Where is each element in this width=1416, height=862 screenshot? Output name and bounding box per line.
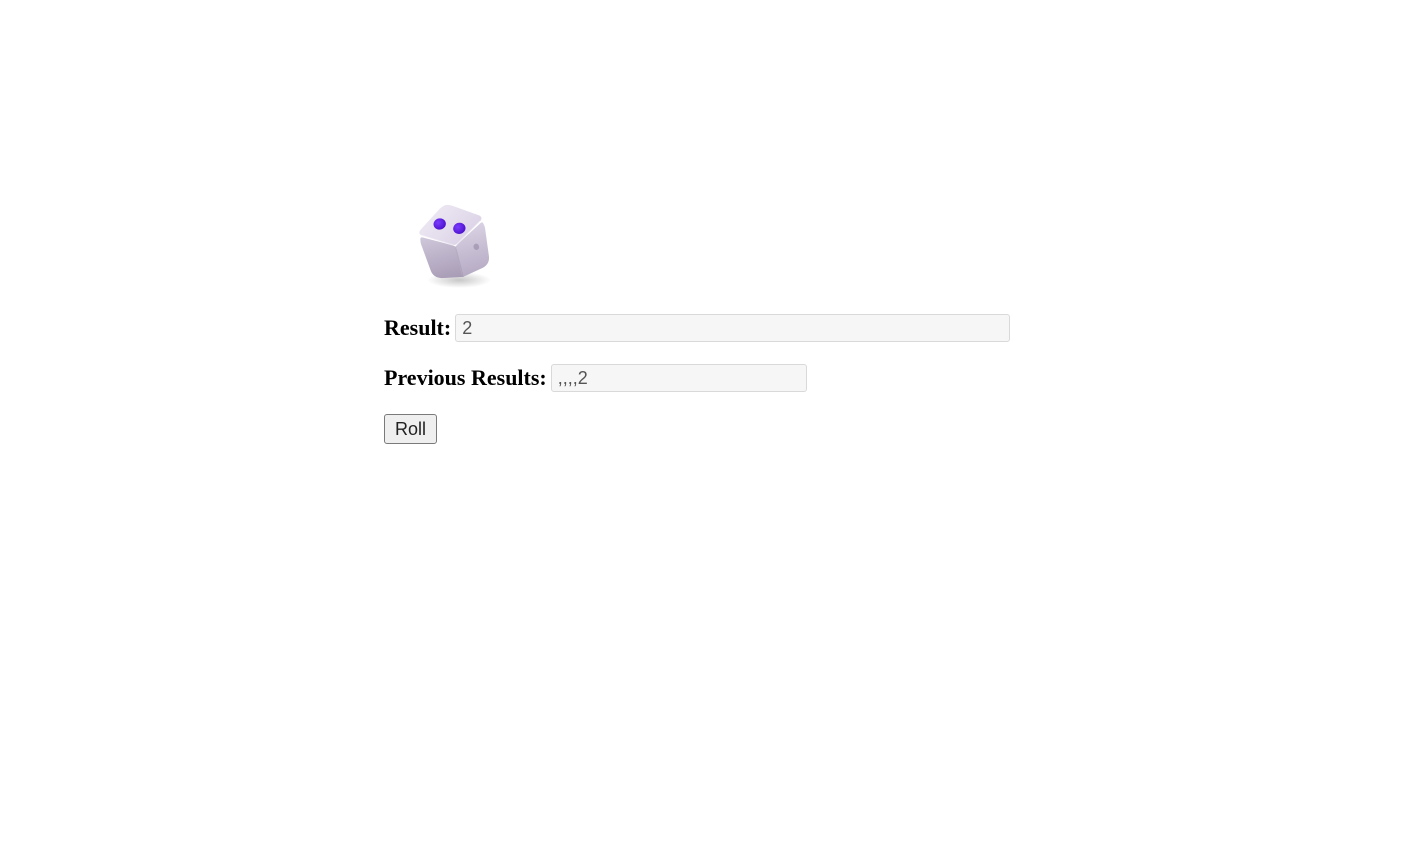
result-input[interactable]: [455, 314, 1010, 342]
previous-results-label: Previous Results:: [384, 365, 547, 391]
result-label: Result:: [384, 315, 451, 341]
previous-results-input[interactable]: [551, 364, 807, 392]
roll-button[interactable]: Roll: [384, 414, 437, 444]
die-image: [384, 190, 1032, 288]
